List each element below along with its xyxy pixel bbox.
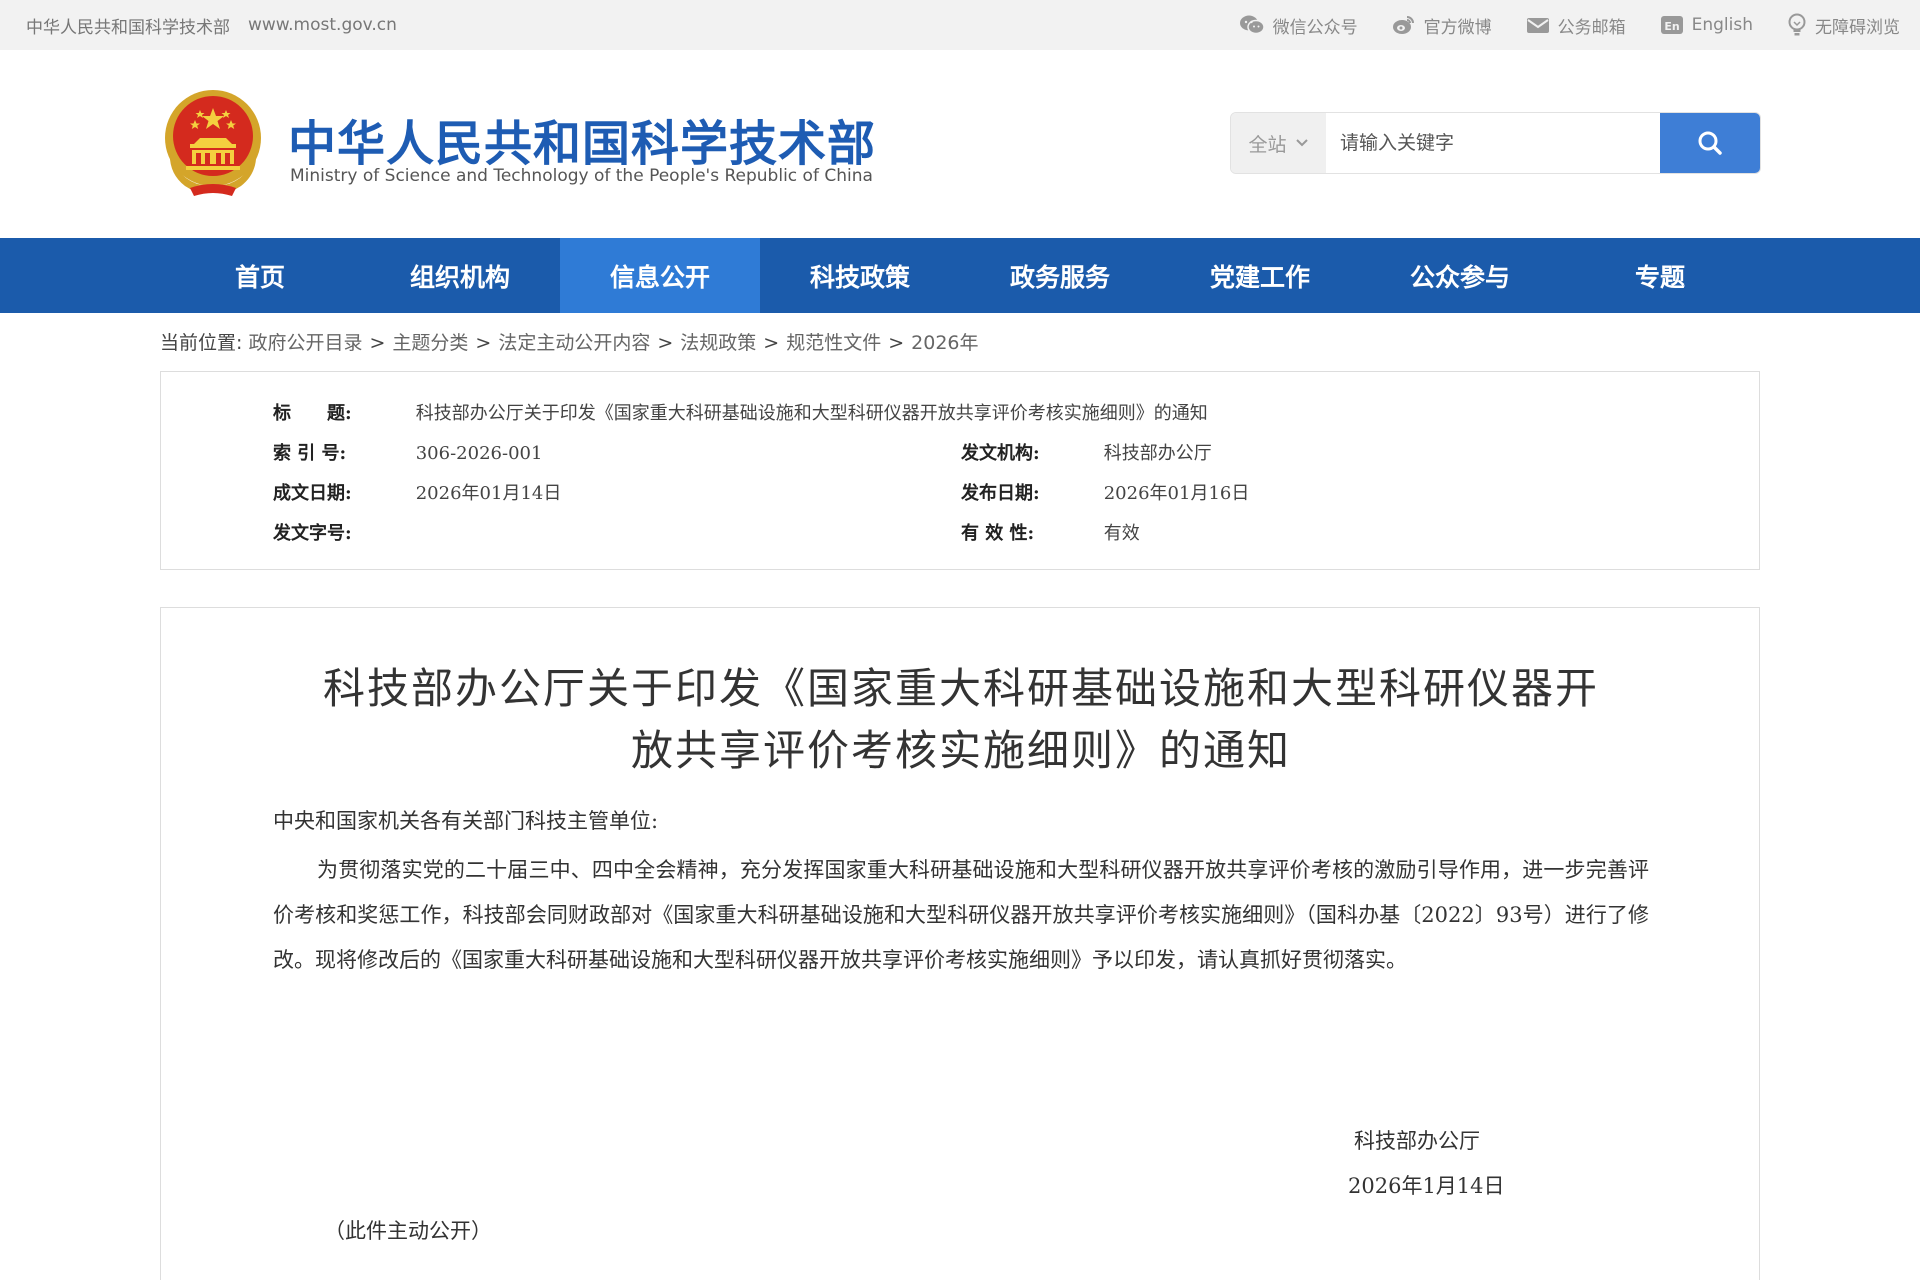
breadcrumb-item[interactable]: 法定主动公开内容 xyxy=(498,332,650,354)
search-icon xyxy=(1698,131,1722,155)
meta-created-value: 2026年01月14日 xyxy=(415,483,562,504)
nav-item-organization[interactable]: 组织机构 xyxy=(360,238,560,313)
meta-validity-value: 有效 xyxy=(1103,523,1140,544)
article-body-paragraph: 为贯彻落实党的二十届三中、四中全会精神，充分发挥国家重大科研基础设施和大型科研仪… xyxy=(273,858,1649,972)
topbar-links: 微信公众号 官方微博 公务邮箱 En English 无障碍浏览 xyxy=(1239,0,1900,50)
weibo-label: 官方微博 xyxy=(1423,17,1492,38)
main-nav-items: 首页 组织机构 信息公开 科技政策 政务服务 党建工作 公众参与 专题 xyxy=(160,238,1760,313)
breadcrumb-item[interactable]: 政府公开目录 xyxy=(248,332,362,354)
search-button[interactable] xyxy=(1660,113,1760,173)
meta-index-label: 索 引 号: xyxy=(273,443,347,464)
document-metadata-box: 标 题: 科技部办公厅关于印发《国家重大科研基础设施和大型科研仪器开放共享评价考… xyxy=(160,371,1760,570)
meta-row-docno: 发文字号: xyxy=(273,519,416,545)
article-title: 科技部办公厅关于印发《国家重大科研基础设施和大型科研仪器开 放共享评价考核实施细… xyxy=(161,658,1761,782)
english-icon: En xyxy=(1660,16,1683,34)
nav-item-home[interactable]: 首页 xyxy=(160,238,360,313)
breadcrumb-separator: > xyxy=(888,332,905,354)
meta-row-created: 成文日期: 2026年01月14日 xyxy=(273,479,561,505)
meta-published-label: 发布日期: xyxy=(961,483,1040,504)
breadcrumb-separator: > xyxy=(657,332,674,354)
search-bar: 全站 xyxy=(1230,112,1761,174)
meta-row-issuer: 发文机构: 科技部办公厅 xyxy=(961,439,1212,465)
nav-item-sci-tech-policy[interactable]: 科技政策 xyxy=(760,238,960,313)
nav-item-party-building[interactable]: 党建工作 xyxy=(1160,238,1360,313)
breadcrumb-item[interactable]: 法规政策 xyxy=(680,332,756,354)
english-label: English xyxy=(1691,15,1753,35)
site-subtitle: Ministry of Science and Technology of th… xyxy=(290,166,873,186)
chevron-down-icon xyxy=(1295,139,1308,147)
article-date: 2026年1月14日 xyxy=(1348,1174,1505,1198)
site-title[interactable]: 中华人民共和国科学技术部 xyxy=(288,104,876,174)
wechat-label: 微信公众号 xyxy=(1272,17,1358,38)
topbar-left: 中华人民共和国科学技术部 www.most.gov.cn xyxy=(26,0,397,50)
search-scope-select[interactable]: 全站 xyxy=(1231,113,1326,173)
nav-item-public-participation[interactable]: 公众参与 xyxy=(1360,238,1560,313)
svg-text:En: En xyxy=(1664,20,1679,33)
article-title-line2: 放共享评价考核实施细则》的通知 xyxy=(630,726,1291,775)
meta-row-index: 索 引 号: 306-2026-001 xyxy=(273,439,542,465)
breadcrumb-item[interactable]: 主题分类 xyxy=(392,332,468,354)
meta-row-validity: 有 效 性: 有效 xyxy=(961,519,1140,545)
english-link[interactable]: En English xyxy=(1660,14,1753,36)
meta-published-value: 2026年01月16日 xyxy=(1103,483,1250,504)
nav-item-government-services[interactable]: 政务服务 xyxy=(960,238,1160,313)
nav-item-special-topics[interactable]: 专题 xyxy=(1560,238,1760,313)
meta-title-value: 科技部办公厅关于印发《国家重大科研基础设施和大型科研仪器开放共享评价考核实施细则… xyxy=(415,403,1208,424)
weibo-link[interactable]: 官方微博 xyxy=(1392,13,1492,38)
meta-issuer-value: 科技部办公厅 xyxy=(1103,443,1212,464)
mail-icon xyxy=(1526,18,1549,33)
mail-label: 公务邮箱 xyxy=(1557,17,1626,38)
accessibility-label: 无障碍浏览 xyxy=(1815,17,1900,38)
meta-title-label: 标 题: xyxy=(273,403,352,424)
breadcrumb-separator: > xyxy=(475,332,492,354)
mail-link[interactable]: 公务邮箱 xyxy=(1526,13,1626,38)
breadcrumb-separator: > xyxy=(369,332,386,354)
breadcrumb-label: 当前位置: xyxy=(160,332,243,354)
article-title-line1: 科技部办公厅关于印发《国家重大科研基础设施和大型科研仪器开 xyxy=(322,664,1599,713)
main-nav: 首页 组织机构 信息公开 科技政策 政务服务 党建工作 公众参与 专题 xyxy=(0,238,1920,313)
article-disclosure-note: （此件主动公开） xyxy=(324,1219,492,1243)
meta-row-published: 发布日期: 2026年01月16日 xyxy=(961,479,1249,505)
search-input[interactable] xyxy=(1326,113,1660,173)
meta-issuer-label: 发文机构: xyxy=(961,443,1040,464)
article-salutation: 中央和国家机关各有关部门科技主管单位: xyxy=(273,809,659,833)
meta-docno-label: 发文字号: xyxy=(273,523,352,544)
breadcrumb-item[interactable]: 规范性文件 xyxy=(786,332,881,354)
breadcrumb-item[interactable]: 2026年 xyxy=(911,332,978,354)
weibo-icon xyxy=(1392,16,1414,34)
wechat-icon xyxy=(1239,15,1265,35)
meta-row-title: 标 题: 科技部办公厅关于印发《国家重大科研基础设施和大型科研仪器开放共享评价考… xyxy=(273,399,1208,425)
nav-item-information-disclosure[interactable]: 信息公开 xyxy=(560,238,760,313)
national-emblem-icon[interactable] xyxy=(160,88,266,200)
topbar-site-name[interactable]: 中华人民共和国科学技术部 xyxy=(26,13,230,38)
meta-index-value: 306-2026-001 xyxy=(415,443,543,464)
top-utility-bar: 中华人民共和国科学技术部 www.most.gov.cn 微信公众号 官方微博 xyxy=(0,0,1920,50)
breadcrumb: 当前位置: 政府公开目录 > 主题分类 > 法定主动公开内容 > 法规政策 > 规范性文件 >20… xyxy=(160,328,979,355)
breadcrumb-separator: > xyxy=(763,332,780,354)
article-signature: 科技部办公厅 xyxy=(1354,1129,1480,1153)
wechat-link[interactable]: 微信公众号 xyxy=(1239,13,1358,38)
search-scope-label: 全站 xyxy=(1248,133,1287,156)
meta-validity-label: 有 效 性: xyxy=(961,523,1035,544)
topbar-url[interactable]: www.most.gov.cn xyxy=(248,15,397,35)
lightbulb-icon xyxy=(1788,13,1806,36)
accessibility-link[interactable]: 无障碍浏览 xyxy=(1787,13,1900,38)
article-container: 科技部办公厅关于印发《国家重大科研基础设施和大型科研仪器开 放共享评价考核实施细… xyxy=(160,607,1760,1280)
meta-created-label: 成文日期: xyxy=(273,483,352,504)
